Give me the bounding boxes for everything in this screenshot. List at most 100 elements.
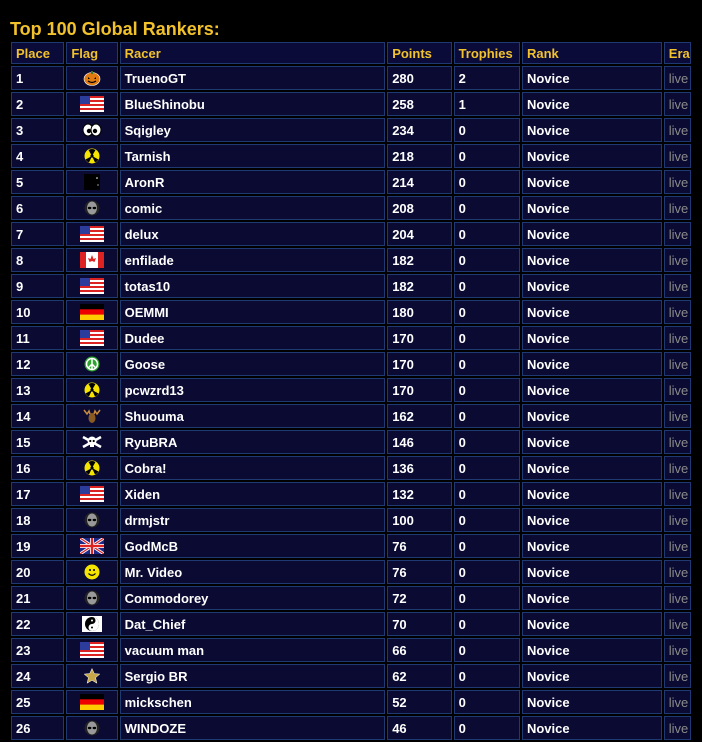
era-cell: live [663,378,691,402]
header-racer[interactable]: Racer [119,42,386,64]
racer-name-link[interactable]: Sergio BR [119,664,386,688]
racer-name-link[interactable]: RyuBRA [119,430,386,454]
points-cell: 76 [387,534,452,558]
trophies-cell: 0 [453,352,520,376]
place-cell: 26 [11,716,65,740]
era-cell: live [663,612,691,636]
rank-cell: Novice [521,534,662,558]
era-cell: live [663,586,691,610]
racer-name-link[interactable]: GodMcB [119,534,386,558]
era-cell: live [663,638,691,662]
points-cell: 208 [387,196,452,220]
racer-name-link[interactable]: pcwzrd13 [119,378,386,402]
rank-cell: Novice [521,196,662,220]
header-place[interactable]: Place [11,42,65,64]
place-cell: 15 [11,430,65,454]
racer-name-link[interactable]: Dat_Chief [119,612,386,636]
racer-name-link[interactable]: BlueShinobu [119,92,386,116]
racer-name-link[interactable]: mickschen [119,690,386,714]
points-cell: 132 [387,482,452,506]
trophies-cell: 0 [453,534,520,558]
racer-name-link[interactable]: OEMMI [119,300,386,324]
rank-cell: Novice [521,430,662,454]
header-points[interactable]: Points [387,42,452,64]
points-cell: 218 [387,144,452,168]
racer-name-link[interactable]: Shuouma [119,404,386,428]
trophies-cell: 0 [453,326,520,350]
racer-name-link[interactable]: Mr. Video [119,560,386,584]
trophies-cell: 0 [453,586,520,610]
flag-cell [66,716,118,740]
racer-name-link[interactable]: Dudee [119,326,386,350]
rank-cell: Novice [521,664,662,688]
era-cell: live [663,404,691,428]
flag-cell [66,482,118,506]
racer-name-link[interactable]: vacuum man [119,638,386,662]
place-cell: 21 [11,586,65,610]
racer-name-link[interactable]: TruenoGT [119,66,386,90]
points-cell: 234 [387,118,452,142]
table-row: 6 comic 208 0 Novice live [11,196,691,220]
racer-name-link[interactable]: drmjstr [119,508,386,532]
place-cell: 9 [11,274,65,298]
rank-cell: Novice [521,326,662,350]
racer-name-link[interactable]: enfilade [119,248,386,272]
place-cell: 16 [11,456,65,480]
rank-cell: Novice [521,92,662,116]
header-flag[interactable]: Flag [66,42,118,64]
place-cell: 6 [11,196,65,220]
racer-name-link[interactable]: AronR [119,170,386,194]
header-era[interactable]: Era [663,42,691,64]
table-row: 17 Xiden 132 0 Novice live [11,482,691,506]
racer-name-link[interactable]: Goose [119,352,386,376]
racer-name-link[interactable]: Xiden [119,482,386,506]
pumpkin-icon [80,70,104,87]
trophies-cell: 0 [453,404,520,428]
trophies-cell: 0 [453,196,520,220]
racer-name-link[interactable]: delux [119,222,386,246]
racer-name-link[interactable]: Cobra! [119,456,386,480]
place-cell: 2 [11,92,65,116]
rank-cell: Novice [521,586,662,610]
racer-name-link[interactable]: Sqigley [119,118,386,142]
points-cell: 162 [387,404,452,428]
trophies-cell: 0 [453,300,520,324]
rank-cell: Novice [521,300,662,324]
table-row: 24 Sergio BR 62 0 Novice live [11,664,691,688]
racer-name-link[interactable]: totas10 [119,274,386,298]
header-trophies[interactable]: Trophies [453,42,520,64]
racer-name-link[interactable]: Tarnish [119,144,386,168]
flag-cell [66,170,118,194]
era-cell: live [663,300,691,324]
place-cell: 17 [11,482,65,506]
racer-name-link[interactable]: Commodorey [119,586,386,610]
place-cell: 11 [11,326,65,350]
trophies-cell: 0 [453,118,520,142]
table-row: 22 Dat_Chief 70 0 Novice live [11,612,691,636]
racer-name-link[interactable]: comic [119,196,386,220]
rank-cell: Novice [521,378,662,402]
trophies-cell: 0 [453,664,520,688]
trophies-cell: 0 [453,716,520,740]
table-row: 25 mickschen 52 0 Novice live [11,690,691,714]
rank-cell: Novice [521,612,662,636]
trophies-cell: 0 [453,508,520,532]
eyes-icon [80,122,104,138]
table-row: 26 WINDOZE 46 0 Novice live [11,716,691,740]
place-cell: 4 [11,144,65,168]
flag-cell [66,586,118,610]
points-cell: 46 [387,716,452,740]
trophies-cell: 0 [453,378,520,402]
flag-cell [66,690,118,714]
racer-name-link[interactable]: WINDOZE [119,716,386,740]
table-header-row: Place Flag Racer Points Trophies Rank Er… [11,42,691,64]
table-row: 13 pcwzrd13 170 0 Novice live [11,378,691,402]
rank-cell: Novice [521,508,662,532]
page-title: Top 100 Global Rankers: [10,19,220,39]
flag-cell [66,534,118,558]
points-cell: 76 [387,560,452,584]
table-row: 20 Mr. Video 76 0 Novice live [11,560,691,584]
table-row: 23 vacuum man 66 0 Novice live [11,638,691,662]
table-row: 16 Cobra! 136 0 Novice live [11,456,691,480]
header-rank[interactable]: Rank [521,42,662,64]
